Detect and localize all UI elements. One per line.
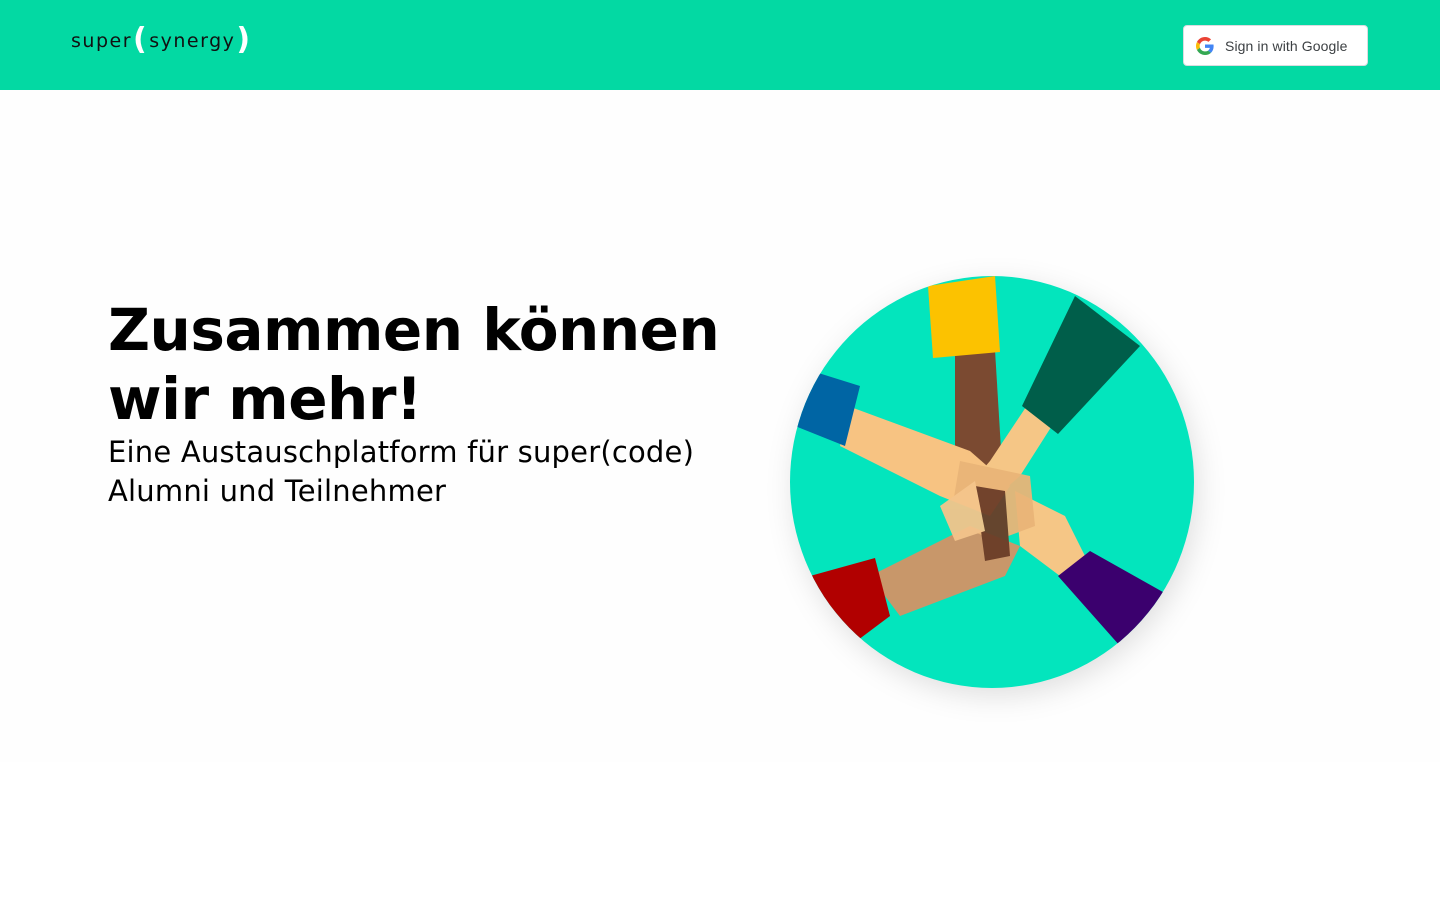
stacked-hands-illustration bbox=[790, 276, 1194, 688]
top-navbar: super ( synergy ) Sign in with Google bbox=[0, 0, 1440, 90]
sign-in-with-google-button[interactable]: Sign in with Google bbox=[1183, 25, 1368, 66]
logo-paren-open: ( bbox=[133, 22, 149, 57]
google-button-label: Sign in with Google bbox=[1225, 37, 1348, 54]
logo[interactable]: super ( synergy ) bbox=[71, 24, 253, 58]
hero-subline: Eine Austauschplatform für super(code) A… bbox=[108, 435, 695, 508]
logo-paren-close: ) bbox=[236, 22, 252, 57]
logo-text-super: super bbox=[71, 30, 133, 52]
logo-text-synergy: synergy bbox=[149, 30, 236, 52]
google-g-icon bbox=[1196, 36, 1214, 55]
hero-headline: Zusammen können wir mehr! bbox=[108, 296, 720, 433]
